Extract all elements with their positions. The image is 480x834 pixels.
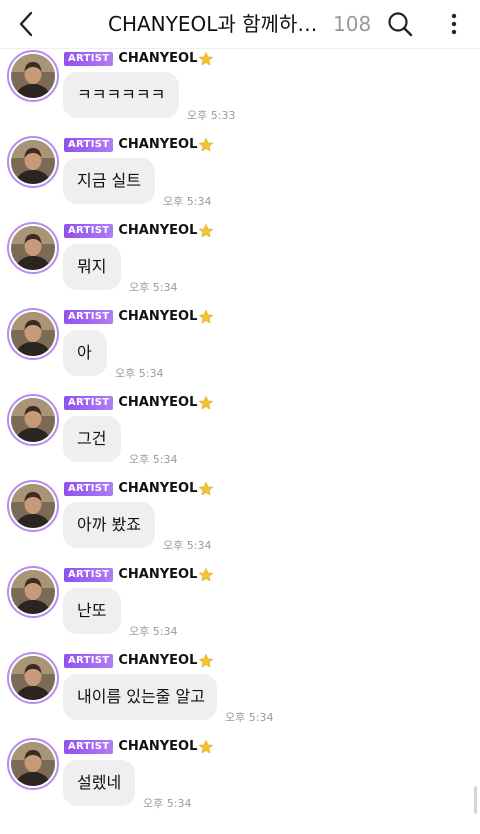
message-time: 오후 5:34 [225,711,274,724]
scrollbar[interactable] [474,786,477,814]
avatar[interactable] [7,222,59,274]
artist-badge: ARTIST [64,568,114,582]
message-bubble[interactable]: 아 [63,330,107,376]
avatar[interactable] [7,738,59,790]
sender-row: ARTIST CHANYEOL [64,394,214,412]
artist-badge: ARTIST [64,654,114,668]
message-time: 오후 5:34 [115,367,164,380]
message-item: ARTIST CHANYEOL ㅋㅋㅋㅋㅋㅋ 오후 5:33 [0,48,480,134]
message-item: ARTIST CHANYEOL 지금 실트 오후 5:34 [0,134,480,220]
sender-row: ARTIST CHANYEOL [64,652,214,670]
artist-badge: ARTIST [64,224,114,238]
star-icon [199,309,214,324]
message-item: ARTIST CHANYEOL 난또 오후 5:34 [0,564,480,650]
avatar[interactable] [7,50,59,102]
sender-name[interactable]: CHANYEOL [118,652,197,670]
sender-row: ARTIST CHANYEOL [64,566,214,584]
sender-name[interactable]: CHANYEOL [118,738,197,756]
sender-name[interactable]: CHANYEOL [118,222,197,240]
avatar[interactable] [7,308,59,360]
message-list[interactable]: ARTIST CHANYEOL ㅋㅋㅋㅋㅋㅋ 오후 5:33 ARTIST CH… [0,48,480,834]
message-time: 오후 5:33 [187,109,236,122]
star-icon [199,395,214,410]
member-count: 108 [333,12,372,36]
sender-name[interactable]: CHANYEOL [118,50,197,68]
message-bubble[interactable]: 난또 [63,588,121,634]
sender-row: ARTIST CHANYEOL [64,738,214,756]
message-time: 오후 5:34 [163,539,212,552]
artist-badge: ARTIST [64,52,114,66]
more-vertical-icon [451,13,457,35]
avatar[interactable] [7,394,59,446]
star-icon [199,653,214,668]
message-item: ARTIST CHANYEOL 아까 봤죠 오후 5:34 [0,478,480,564]
more-menu-button[interactable] [440,8,468,40]
message-bubble[interactable]: ㅋㅋㅋㅋㅋㅋ [63,72,179,118]
message-bubble[interactable]: 내이름 있는줄 알고 [63,674,217,720]
message-bubble[interactable]: 뭐지 [63,244,121,290]
sender-row: ARTIST CHANYEOL [64,308,214,326]
artist-badge: ARTIST [64,482,114,496]
avatar[interactable] [7,136,59,188]
sender-name[interactable]: CHANYEOL [118,480,197,498]
message-bubble[interactable]: 설렜네 [63,760,135,806]
message-bubble[interactable]: 그건 [63,416,121,462]
sender-name[interactable]: CHANYEOL [118,136,197,154]
artist-badge: ARTIST [64,740,114,754]
artist-badge: ARTIST [64,396,114,410]
message-time: 오후 5:34 [163,195,212,208]
message-item: ARTIST CHANYEOL 뭐지 오후 5:34 [0,220,480,306]
message-item: ARTIST CHANYEOL 내이름 있는줄 알고 오후 5:34 [0,650,480,736]
message-item: ARTIST CHANYEOL 설렜네 오후 5:34 [0,736,480,822]
message-item: ARTIST CHANYEOL 그건 오후 5:34 [0,392,480,478]
star-icon [199,567,214,582]
star-icon [199,739,214,754]
message-time: 오후 5:34 [129,281,178,294]
avatar[interactable] [7,566,59,618]
star-icon [199,137,214,152]
artist-badge: ARTIST [64,138,114,152]
artist-badge: ARTIST [64,310,114,324]
sender-name[interactable]: CHANYEOL [118,566,197,584]
back-button[interactable] [10,8,42,40]
sender-row: ARTIST CHANYEOL [64,480,214,498]
sender-row: ARTIST CHANYEOL [64,222,214,240]
message-time: 오후 5:34 [129,625,178,638]
star-icon [199,51,214,66]
sender-name[interactable]: CHANYEOL [118,308,197,326]
sender-row: ARTIST CHANYEOL [64,50,214,68]
avatar[interactable] [7,652,59,704]
sender-row: ARTIST CHANYEOL [64,136,214,154]
sender-name[interactable]: CHANYEOL [118,394,197,412]
search-icon [388,12,413,37]
message-bubble[interactable]: 아까 봤죠 [63,502,155,548]
star-icon [199,481,214,496]
star-icon [199,223,214,238]
chevron-left-icon [19,11,33,37]
avatar[interactable] [7,480,59,532]
chat-header: CHANYEOL과 함께하는... 108 [0,0,480,49]
chat-title: CHANYEOL과 함께하는... [108,12,328,36]
message-item: ARTIST CHANYEOL 아 오후 5:34 [0,306,480,392]
search-button[interactable] [384,8,416,40]
message-bubble[interactable]: 지금 실트 [63,158,155,204]
message-time: 오후 5:34 [143,797,192,810]
message-time: 오후 5:34 [129,453,178,466]
